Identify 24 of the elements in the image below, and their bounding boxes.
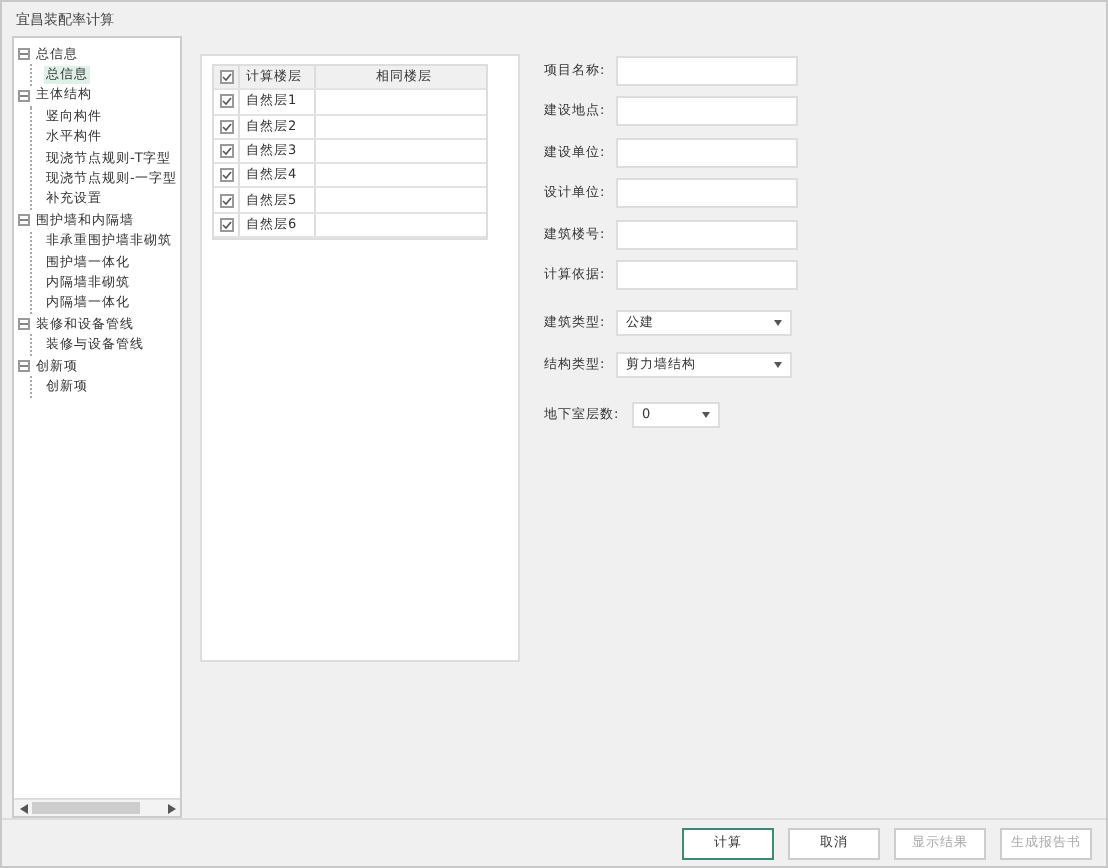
checkbox[interactable]	[219, 168, 233, 183]
input-field[interactable]	[616, 219, 798, 250]
input-field[interactable]	[616, 96, 798, 127]
checkbox[interactable]	[219, 119, 233, 134]
checkbox[interactable]	[219, 94, 233, 109]
caret-icon	[702, 411, 710, 417]
input-field[interactable]	[616, 137, 798, 168]
collapse-icon[interactable]	[18, 214, 30, 227]
collapse-icon[interactable]	[18, 89, 30, 102]
collapse-icon[interactable]	[18, 48, 30, 61]
checkbox[interactable]	[219, 193, 233, 208]
checkbox[interactable]	[219, 217, 233, 232]
input-field[interactable]	[616, 55, 798, 86]
scroll-right-icon[interactable]	[167, 803, 175, 813]
checkbox[interactable]	[219, 70, 233, 85]
input-field[interactable]	[616, 178, 798, 209]
scroll-left-icon[interactable]	[19, 803, 27, 813]
horizontal-scrollbar[interactable]	[14, 798, 180, 816]
caret-icon	[774, 362, 782, 368]
caret-icon	[774, 320, 782, 326]
collapse-icon[interactable]	[18, 360, 30, 373]
collapse-icon[interactable]	[18, 318, 30, 331]
checkbox[interactable]	[219, 144, 233, 159]
input-field[interactable]	[616, 260, 798, 291]
